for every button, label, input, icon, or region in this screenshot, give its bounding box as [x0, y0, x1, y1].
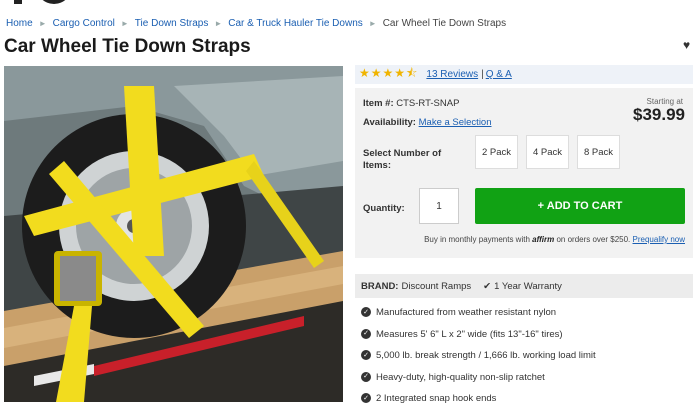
list-item: ✓ 2 Integrated snap hook ends: [355, 393, 693, 415]
reviews-link[interactable]: 13 Reviews: [426, 69, 478, 80]
prequalify-link[interactable]: Prequalify now: [633, 235, 685, 244]
breadcrumb-separator-icon: ►: [38, 19, 47, 28]
affirm-financing: Buy in monthly payments with affirm on o…: [355, 234, 685, 245]
page-title: Car Wheel Tie Down Straps: [4, 36, 251, 57]
select-items-label: Select Number of Items:: [363, 148, 442, 171]
feature-text: Measures 5' 6" L x 2" wide (fits 13"-16"…: [376, 328, 563, 340]
check-circle-icon: ✓: [361, 371, 371, 382]
price: $39.99: [633, 105, 685, 124]
pack-options: 2 Pack 4 Pack 8 Pack: [475, 135, 620, 169]
list-item: ✓ Heavy-duty, high-quality non-slip ratch…: [355, 371, 693, 394]
breadcrumb-home[interactable]: Home: [6, 18, 33, 29]
feature-text: 2 Integrated snap hook ends: [376, 393, 497, 404]
list-item: ✓ Measures 5' 6" L x 2" wide (fits 13"-16…: [355, 328, 693, 351]
product-photo[interactable]: [4, 66, 343, 402]
feature-list: ✓ Manufactured from weather resistant nyl…: [355, 307, 693, 415]
brand-label: BRAND:: [361, 280, 399, 292]
item-number-label: Item #:: [363, 98, 394, 109]
rating-divider: |: [481, 69, 484, 80]
qa-link[interactable]: Q & A: [486, 69, 512, 80]
rating-bar: ★★★★⯪ 13 Reviews | Q & A: [355, 65, 693, 84]
pack-option-8[interactable]: 8 Pack: [577, 135, 620, 169]
item-number-value: CTS-RT-SNAP: [396, 98, 460, 109]
availability: Availability: Make a Selection: [363, 117, 492, 128]
affirm-prefix: Buy in monthly payments with: [424, 235, 530, 244]
feature-text: Manufactured from weather resistant nylo…: [376, 307, 557, 318]
feature-text: 5,000 lb. break strength / 1,666 lb. wor…: [376, 350, 596, 361]
list-item: ✓ 5,000 lb. break strength / 1,666 lb. wo…: [355, 350, 693, 372]
brand-bar: BRAND: Discount Ramps ✔ 1 Year Warranty: [355, 274, 693, 298]
availability-label: Availability:: [363, 117, 416, 128]
check-circle-icon: ✓: [361, 307, 371, 317]
rating-stars-icon: ★★★★⯪: [359, 66, 419, 80]
affirm-suffix: on orders over $250.: [556, 235, 631, 244]
check-circle-icon: ✓: [361, 328, 371, 339]
quantity-label: Quantity:: [363, 203, 405, 214]
pack-option-4[interactable]: 4 Pack: [526, 135, 569, 169]
affirm-logo: affirm: [532, 235, 555, 244]
breadcrumb-separator-icon: ►: [120, 19, 129, 28]
breadcrumb-cargo-control[interactable]: Cargo Control: [53, 18, 115, 29]
breadcrumb-tie-down-straps[interactable]: Tie Down Straps: [135, 18, 209, 29]
brand-value: Discount Ramps: [401, 280, 472, 292]
warranty-check-icon: ✔: [483, 280, 492, 292]
check-circle-icon: ✓: [361, 393, 371, 403]
item-number: Item #: CTS-RT-SNAP: [363, 98, 459, 109]
wishlist-heart-icon[interactable]: ♥: [683, 38, 690, 52]
list-item: ✓ Manufactured from weather resistant nyl…: [355, 307, 693, 329]
add-to-cart-button[interactable]: + ADD TO CART: [475, 188, 685, 224]
pack-option-2[interactable]: 2 Pack: [475, 135, 518, 169]
breadcrumb: Home ► Cargo Control ► Tie Down Straps ► Car &…: [6, 18, 506, 29]
check-circle-icon: ✓: [361, 350, 371, 360]
feature-text: Heavy-duty, high-quality non-slip ratche…: [376, 371, 545, 383]
warranty-label: 1 Year Warranty: [494, 280, 562, 292]
site-logo-fragment[interactable]: [14, 0, 94, 4]
purchase-box: Item #: CTS-RT-SNAP Availability: Make a…: [355, 88, 693, 258]
availability-link[interactable]: Make a Selection: [419, 117, 492, 128]
breadcrumb-hauler-tie-downs[interactable]: Car & Truck Hauler Tie Downs: [228, 18, 363, 29]
quantity-input[interactable]: 1: [419, 188, 459, 224]
breadcrumb-current: Car Wheel Tie Down Straps: [382, 18, 507, 29]
breadcrumb-separator-icon: ►: [368, 19, 377, 28]
breadcrumb-separator-icon: ►: [214, 19, 223, 28]
